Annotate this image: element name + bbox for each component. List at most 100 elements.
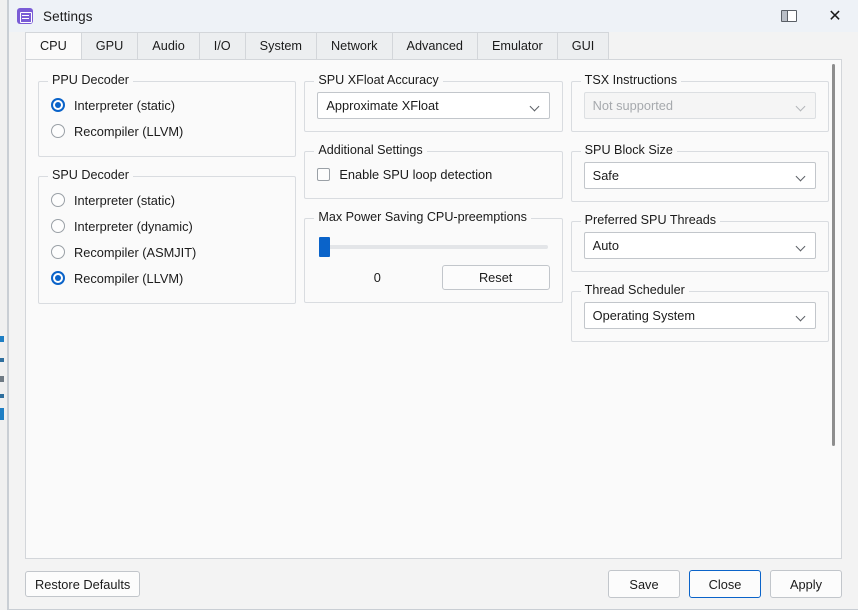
tab-label: Emulator — [491, 39, 543, 53]
option-label: Recompiler (LLVM) — [74, 123, 184, 139]
radio-icon — [51, 193, 65, 207]
tab-label: Audio — [152, 39, 185, 53]
settings-tab-strip: CPU GPU Audio I/O System Network Advance… — [9, 32, 858, 59]
tab-label: Network — [330, 39, 378, 53]
settings-window: Settings ✕ CPU GPU Audio I/O System Netw… — [8, 0, 858, 610]
option-label: Recompiler (LLVM) — [74, 270, 184, 286]
settings-columns: PPU Decoder Interpreter (static) Recompi… — [36, 68, 831, 342]
option-label: Interpreter (static) — [74, 192, 175, 208]
spu-interpreter-dynamic-option[interactable]: Interpreter (dynamic) — [51, 213, 283, 239]
ppu-decoder-group: PPU Decoder Interpreter (static) Recompi… — [38, 73, 297, 157]
tab-emulator[interactable]: Emulator — [476, 32, 558, 59]
tab-gpu[interactable]: GPU — [80, 32, 139, 59]
close-button[interactable]: ✕ — [812, 0, 858, 32]
max-power-saving-slider[interactable] — [317, 229, 549, 259]
checkbox-label: Enable SPU loop detection — [339, 166, 493, 182]
background-window-sliver — [0, 0, 8, 610]
thread-scheduler-group: Thread Scheduler Operating System — [570, 283, 829, 342]
snap-layouts-button[interactable] — [766, 0, 812, 32]
preferred-spu-threads-legend: Preferred SPU Threads — [580, 213, 721, 227]
spu-decoder-group: SPU Decoder Interpreter (static) Interpr… — [38, 168, 297, 304]
tab-label: CPU — [40, 39, 67, 53]
slider-value-label: 0 — [373, 270, 381, 285]
scrollbar-thumb[interactable] — [832, 64, 835, 446]
close-icon: ✕ — [828, 6, 842, 25]
chevron-down-icon — [797, 313, 805, 321]
snap-layouts-icon — [781, 9, 797, 22]
thread-scheduler-select[interactable]: Operating System — [583, 302, 816, 329]
tab-advanced[interactable]: Advanced — [391, 32, 478, 59]
radio-icon — [51, 219, 65, 233]
close-button-dialog[interactable]: Close — [689, 570, 761, 598]
tab-label: Advanced — [406, 39, 463, 53]
restore-defaults-button[interactable]: Restore Defaults — [25, 571, 141, 597]
background-window-content — [0, 330, 4, 430]
spu-block-size-group: SPU Block Size Safe — [570, 143, 829, 202]
tab-label: GUI — [571, 39, 595, 53]
apply-button[interactable]: Apply — [770, 570, 842, 598]
spu-xfloat-accuracy-select[interactable]: Approximate XFloat — [317, 92, 550, 119]
spu-recompiler-asmjit-option[interactable]: Recompiler (ASMJIT) — [51, 239, 283, 265]
settings-column-right: TSX Instructions Not supported SPU Block… — [570, 72, 829, 342]
tab-cpu[interactable]: CPU — [25, 32, 82, 59]
tab-network[interactable]: Network — [315, 32, 393, 59]
spu-decoder-legend: SPU Decoder — [48, 168, 133, 182]
tab-system[interactable]: System — [244, 32, 317, 59]
ppu-recompiler-llvm-option[interactable]: Recompiler (LLVM) — [51, 118, 283, 144]
radio-icon — [51, 271, 65, 285]
option-label: Interpreter (static) — [74, 97, 175, 113]
tab-gui[interactable]: GUI — [556, 32, 610, 59]
reset-button[interactable]: Reset — [441, 265, 550, 290]
chevron-down-icon — [531, 103, 539, 111]
tab-audio[interactable]: Audio — [137, 32, 200, 59]
max-power-saving-legend: Max Power Saving CPU-preemptions — [314, 210, 531, 224]
slider-handle[interactable] — [319, 237, 331, 257]
selected-value: Safe — [592, 168, 619, 183]
window-controls: ✕ — [766, 0, 858, 32]
spu-xfloat-accuracy-legend: SPU XFloat Accuracy — [314, 73, 443, 87]
tsx-instructions-select: Not supported — [583, 92, 816, 119]
settings-column-middle: SPU XFloat Accuracy Approximate XFloat A… — [304, 72, 563, 342]
radio-icon — [51, 245, 65, 259]
spu-block-size-legend: SPU Block Size — [580, 143, 677, 157]
tab-label: System — [259, 39, 302, 53]
cpu-settings-pane: PPU Decoder Interpreter (static) Recompi… — [26, 60, 841, 558]
settings-scrollbar[interactable] — [828, 64, 838, 554]
ppu-decoder-legend: PPU Decoder — [48, 73, 133, 87]
ppu-interpreter-static-option[interactable]: Interpreter (static) — [51, 92, 283, 118]
selected-value: Auto — [592, 238, 619, 253]
radio-icon — [51, 98, 65, 112]
thread-scheduler-legend: Thread Scheduler — [580, 283, 689, 297]
slider-footer: 0 Reset — [317, 265, 550, 290]
spu-recompiler-llvm-option[interactable]: Recompiler (LLVM) — [51, 265, 283, 291]
option-label: Interpreter (dynamic) — [74, 218, 193, 234]
max-power-saving-group: Max Power Saving CPU-preemptions 0 Reset — [304, 210, 563, 303]
selected-value: Approximate XFloat — [326, 98, 439, 113]
settings-column-left: PPU Decoder Interpreter (static) Recompi… — [38, 72, 297, 342]
chevron-down-icon — [797, 173, 805, 181]
dialog-button-bar: Restore Defaults Save Close Apply — [9, 559, 858, 609]
additional-settings-legend: Additional Settings — [314, 143, 427, 157]
preferred-spu-threads-select[interactable]: Auto — [583, 232, 816, 259]
tsx-instructions-group: TSX Instructions Not supported — [570, 73, 829, 132]
radio-icon — [51, 124, 65, 138]
save-button[interactable]: Save — [608, 570, 680, 598]
chevron-down-icon — [797, 103, 805, 111]
title-bar: Settings ✕ — [9, 0, 858, 32]
spu-block-size-select[interactable]: Safe — [583, 162, 816, 189]
option-label: Recompiler (ASMJIT) — [74, 244, 197, 260]
additional-settings-group: Additional Settings Enable SPU loop dete… — [304, 143, 563, 199]
window-title: Settings — [43, 8, 93, 24]
checkbox-icon — [317, 167, 331, 181]
slider-track — [325, 245, 548, 249]
cpu-settings-panel: PPU Decoder Interpreter (static) Recompi… — [25, 59, 842, 559]
spu-xfloat-accuracy-group: SPU XFloat Accuracy Approximate XFloat — [304, 73, 563, 132]
tab-label: I/O — [213, 39, 231, 53]
enable-spu-loop-detection-checkbox[interactable]: Enable SPU loop detection — [317, 162, 549, 186]
preferred-spu-threads-group: Preferred SPU Threads Auto — [570, 213, 829, 272]
tab-io[interactable]: I/O — [198, 32, 246, 59]
chevron-down-icon — [797, 243, 805, 251]
settings-app-icon — [17, 8, 33, 24]
selected-value: Operating System — [592, 308, 696, 323]
spu-interpreter-static-option[interactable]: Interpreter (static) — [51, 187, 283, 213]
